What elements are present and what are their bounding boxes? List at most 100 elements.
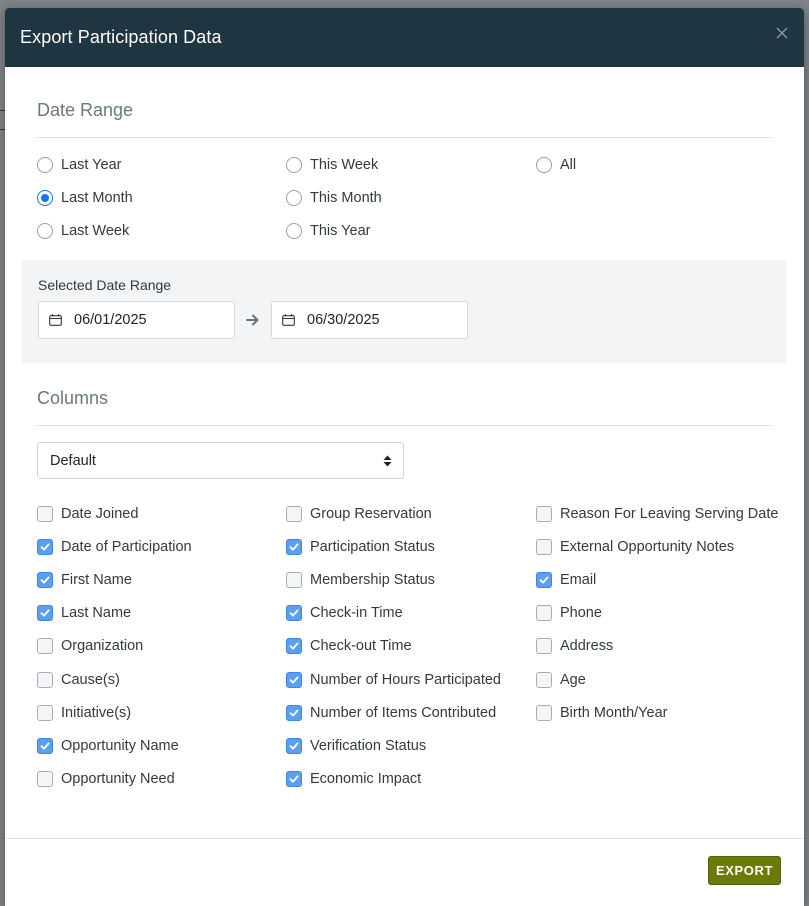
divider <box>37 425 771 426</box>
radio-button[interactable] <box>286 157 302 173</box>
radio-all[interactable]: All <box>536 157 576 173</box>
column-option[interactable]: Membership Status <box>286 572 435 588</box>
column-option[interactable]: Cause(s) <box>37 672 120 688</box>
column-option[interactable]: Check-out Time <box>286 638 412 654</box>
radio-this-week[interactable]: This Week <box>286 157 378 173</box>
radio-button[interactable] <box>286 190 302 206</box>
column-option[interactable]: Initiative(s) <box>37 705 131 721</box>
end-date-input[interactable]: 06/30/2025 <box>271 301 468 339</box>
column-option[interactable]: Participation Status <box>286 539 435 555</box>
checkbox[interactable] <box>37 605 53 621</box>
column-option[interactable]: Group Reservation <box>286 506 432 522</box>
checkbox[interactable] <box>37 638 53 654</box>
column-option[interactable]: Age <box>536 672 586 688</box>
column-option[interactable]: Birth Month/Year <box>536 705 667 721</box>
column-option-label: Phone <box>560 605 602 621</box>
checkbox[interactable] <box>286 638 302 654</box>
checkbox[interactable] <box>286 738 302 754</box>
radio-button[interactable] <box>536 157 552 173</box>
column-option[interactable]: Number of Items Contributed <box>286 705 496 721</box>
column-option[interactable]: Opportunity Name <box>37 738 179 754</box>
checkbox[interactable] <box>286 771 302 787</box>
radio-last-year[interactable]: Last Year <box>37 157 121 173</box>
checkbox[interactable] <box>536 506 552 522</box>
column-option-label: Date Joined <box>61 506 139 522</box>
radio-this-month[interactable]: This Month <box>286 190 382 206</box>
checkbox[interactable] <box>286 572 302 588</box>
column-option-label: External Opportunity Notes <box>560 539 735 555</box>
column-option[interactable]: First Name <box>37 572 132 588</box>
checkbox[interactable] <box>286 672 302 688</box>
export-button[interactable]: EXPORT <box>708 856 781 885</box>
checkbox[interactable] <box>286 705 302 721</box>
checkbox[interactable] <box>37 539 53 555</box>
column-option-label: Verification Status <box>310 738 427 754</box>
radio-label: This Week <box>310 157 379 173</box>
calendar-icon <box>49 314 62 326</box>
radio-label: This Year <box>310 223 371 239</box>
column-option-label: Age <box>560 672 586 688</box>
column-option[interactable]: External Opportunity Notes <box>536 539 734 555</box>
close-icon[interactable] <box>773 26 791 44</box>
checkbox[interactable] <box>286 506 302 522</box>
column-option[interactable]: Number of Hours Participated <box>286 672 501 688</box>
column-option[interactable]: Opportunity Need <box>37 771 175 787</box>
column-option[interactable]: Check-in Time <box>286 605 403 621</box>
column-option-label: Check-out Time <box>310 638 412 654</box>
checkbox[interactable] <box>536 705 552 721</box>
checkbox[interactable] <box>37 506 53 522</box>
checkbox[interactable] <box>536 638 552 654</box>
column-option-label: Number of Hours Participated <box>310 672 501 688</box>
end-date-value: 06/30/2025 <box>307 312 380 328</box>
selected-date-range-panel: Selected Date Range 06/01/2025 06/30/202… <box>22 260 786 363</box>
start-date-input[interactable]: 06/01/2025 <box>38 301 235 339</box>
radio-last-month[interactable]: Last Month <box>37 190 133 206</box>
radio-last-week[interactable]: Last Week <box>37 223 129 239</box>
column-option-label: Number of Items Contributed <box>310 705 497 721</box>
column-option[interactable]: Address <box>536 638 613 654</box>
checkbox[interactable] <box>37 738 53 754</box>
columns-heading: Columns <box>37 388 109 408</box>
column-option[interactable]: Phone <box>536 605 602 621</box>
column-option[interactable]: Date Joined <box>37 506 138 522</box>
column-option[interactable]: Economic Impact <box>286 771 421 787</box>
column-option-label: Organization <box>61 638 144 654</box>
column-option-label: Check-in Time <box>310 605 403 621</box>
checkbox[interactable] <box>536 605 552 621</box>
radio-label: Last Year <box>61 157 122 173</box>
column-option-label: First Name <box>61 572 132 588</box>
checkbox[interactable] <box>286 605 302 621</box>
checkbox[interactable] <box>536 539 552 555</box>
column-option[interactable]: Organization <box>37 638 143 654</box>
column-option[interactable]: Email <box>536 572 596 588</box>
radio-button[interactable] <box>37 223 53 239</box>
column-option[interactable]: Reason For Leaving Serving Date <box>536 506 778 522</box>
modal-header: Export Participation Data <box>5 8 804 67</box>
radio-this-year[interactable]: This Year <box>286 223 370 239</box>
radio-button[interactable] <box>286 223 302 239</box>
column-option-label: Group Reservation <box>310 506 432 522</box>
column-option-label: Initiative(s) <box>61 705 132 721</box>
divider <box>37 137 771 138</box>
checkbox[interactable] <box>37 705 53 721</box>
checkbox[interactable] <box>286 539 302 555</box>
export-modal: Export Participation Data Date Range Las… <box>5 8 804 906</box>
column-option-label: Last Name <box>61 605 132 621</box>
columns-preset-select[interactable]: Default <box>37 442 404 479</box>
radio-label: Last Week <box>61 223 130 239</box>
column-option-label: Date of Participation <box>61 539 192 555</box>
radio-button[interactable] <box>37 190 53 206</box>
column-option-label: Cause(s) <box>61 672 120 688</box>
checkbox[interactable] <box>37 672 53 688</box>
checkbox[interactable] <box>536 572 552 588</box>
column-option[interactable]: Date of Participation <box>37 539 192 555</box>
modal-title: Export Participation Data <box>20 27 222 47</box>
checkbox[interactable] <box>536 672 552 688</box>
column-option-label: Email <box>560 572 597 588</box>
column-option-label: Address <box>560 638 614 654</box>
column-option[interactable]: Verification Status <box>286 738 426 754</box>
checkbox[interactable] <box>37 572 53 588</box>
checkbox[interactable] <box>37 771 53 787</box>
radio-button[interactable] <box>37 157 53 173</box>
column-option[interactable]: Last Name <box>37 605 131 621</box>
